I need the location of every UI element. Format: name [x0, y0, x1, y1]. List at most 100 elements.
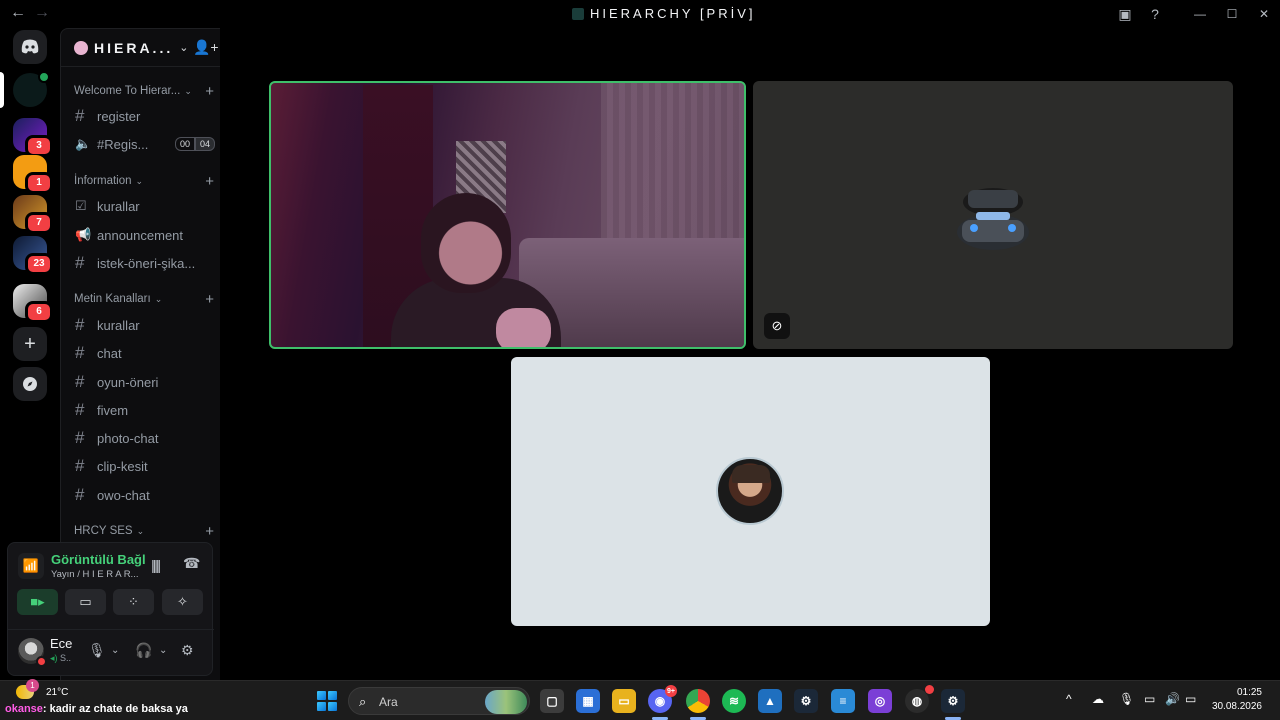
category-information[interactable]: İnformation ⌄ +	[74, 173, 214, 190]
create-channel-icon[interactable]: +	[205, 173, 214, 190]
video-tile-camera[interactable]	[269, 81, 746, 349]
steam-icon[interactable]: ⚙	[794, 689, 818, 713]
microphone-tray-icon[interactable]: 🎙	[1119, 692, 1134, 706]
server-2[interactable]: 3	[13, 118, 53, 157]
channel-oyun-oneri[interactable]: # oyun-öneri	[75, 370, 215, 394]
volume-icon[interactable]: 🔊	[1165, 692, 1180, 706]
notepad-icon[interactable]: ≡	[831, 689, 855, 713]
discord-notification-badge: 9+	[665, 685, 677, 697]
invite-people-icon[interactable]: 👤+	[193, 39, 219, 56]
channel-kurallar-rules[interactable]: ☑ kurallar	[75, 194, 215, 218]
voice-channel-register[interactable]: 🔈 #Regis... 00 04	[75, 132, 215, 156]
title-bar: ← → HIERARCHY [PRİV] ▣ ? — ☐ ✕	[0, 0, 1280, 28]
soundboard-button[interactable]: ✧	[162, 589, 203, 615]
category-welcome[interactable]: Welcome To Hierar... ⌄ +	[74, 83, 214, 100]
direct-messages-button[interactable]	[13, 30, 47, 64]
app-icon-purple[interactable]: ◎	[868, 689, 892, 713]
obs-icon[interactable]: ◍	[905, 685, 934, 713]
channel-fivem[interactable]: # fivem	[75, 398, 215, 422]
mention-badge: 1	[25, 172, 53, 194]
minimize-button[interactable]: —	[1184, 7, 1216, 21]
category-label: İnformation	[74, 175, 132, 187]
close-button[interactable]: ✕	[1248, 7, 1280, 21]
disconnect-icon[interactable]: ☎	[183, 555, 200, 572]
back-arrow-icon[interactable]: ←	[10, 4, 26, 22]
headphones-icon[interactable]: 🎧	[135, 642, 152, 659]
maximize-button[interactable]: ☐	[1216, 7, 1248, 21]
server-header[interactable]: HIERA... ⌄ 👤+	[61, 29, 220, 67]
taskbar-clock[interactable]: 01:25 30.08.2026	[1212, 686, 1262, 714]
onedrive-icon[interactable]: ☁	[1092, 692, 1104, 706]
channel-chat[interactable]: # chat	[75, 341, 215, 365]
screen-share-button[interactable]: ▭	[65, 589, 106, 615]
channel-istek-oneri[interactable]: # istek-öneri-şika...	[75, 251, 215, 275]
clock-time: 01:25	[1236, 687, 1262, 698]
server-folder-2[interactable]: 6	[13, 284, 53, 323]
file-explorer-icon[interactable]: ▭	[612, 689, 636, 713]
text-channel-icon: #	[75, 315, 85, 334]
username[interactable]: Ece	[50, 636, 72, 651]
help-icon[interactable]: ?	[1140, 6, 1170, 22]
channel-kurallar[interactable]: # kurallar	[75, 313, 215, 337]
camera-feed-person-head	[421, 193, 511, 293]
activities-button[interactable]: ⁘	[113, 589, 154, 615]
create-channel-icon[interactable]: +	[205, 523, 214, 540]
search-placeholder: Ara	[379, 695, 398, 709]
create-channel-icon[interactable]: +	[205, 83, 214, 100]
screen-share-icon: ▭	[79, 594, 92, 609]
title-bar-controls: ▣ ? — ☐ ✕	[1110, 0, 1280, 28]
text-channel-icon: #	[75, 428, 85, 447]
category-label: HRCY SES	[74, 525, 133, 537]
server-folder[interactable]: 23	[13, 236, 53, 275]
window-title: HIERARCHY [PRİV]	[572, 6, 756, 21]
chat-nick: okanse	[5, 703, 43, 715]
weather-badge: 1	[26, 679, 39, 692]
taskbar-search[interactable]: ⌕ Ara	[348, 687, 530, 715]
channel-announcement[interactable]: 📢 announcement	[75, 223, 215, 247]
video-tile-participant-2[interactable]: ⊘	[753, 81, 1233, 349]
spotify-icon[interactable]: ≋	[722, 689, 746, 713]
create-channel-icon[interactable]: +	[205, 291, 214, 308]
audio-options-chevron-icon[interactable]: ⌄	[159, 645, 167, 656]
connection-signal-icon[interactable]: 📶	[18, 553, 44, 579]
category-label: Welcome To Hierar...	[74, 85, 181, 97]
add-server-button[interactable]: +	[13, 327, 47, 361]
chevron-down-icon: ⌄	[179, 42, 189, 54]
chrome-icon[interactable]	[686, 689, 710, 713]
forward-arrow-icon[interactable]: →	[34, 4, 50, 22]
task-view-icon[interactable]: ▢	[540, 689, 564, 713]
settings-gear-icon[interactable]: ⚙	[181, 642, 194, 659]
network-icon[interactable]: ▭	[1144, 692, 1155, 706]
server-hierarchy[interactable]	[13, 71, 50, 107]
voice-status-text[interactable]: Görüntülü Bağl	[51, 552, 146, 567]
microsoft-store-icon[interactable]: ▦	[576, 689, 600, 713]
inbox-icon[interactable]: ▣	[1110, 6, 1140, 23]
category-metin-kanallari[interactable]: Metin Kanalları ⌄ +	[74, 291, 214, 308]
channel-label: register	[97, 108, 141, 124]
video-tile-participant-3[interactable]	[511, 357, 990, 626]
search-icon: ⌕	[359, 694, 367, 709]
channel-owo-chat[interactable]: # owo-chat	[75, 483, 215, 507]
voice-channel-link[interactable]: Yayın / H I E R A R...	[51, 569, 138, 580]
start-button[interactable]	[317, 691, 337, 711]
channel-label: owo-chat	[97, 487, 150, 503]
microphone-icon[interactable]: 🎙	[88, 642, 106, 659]
noise-suppression-icon[interactable]: |||||	[151, 557, 161, 573]
show-hidden-icons-chevron-icon[interactable]: ^	[1066, 692, 1072, 706]
mic-options-chevron-icon[interactable]: ⌄	[111, 645, 119, 656]
user-avatar[interactable]	[18, 638, 47, 667]
photos-icon[interactable]: ▲	[758, 689, 782, 713]
discord-taskbar-icon[interactable]: ◉ 9+	[648, 685, 677, 713]
steam-client-icon[interactable]: ⚙	[941, 689, 965, 713]
server-4[interactable]: 7	[13, 195, 53, 234]
channel-clip-kesit[interactable]: # clip-kesit	[75, 454, 215, 478]
channel-register[interactable]: # register	[75, 104, 215, 128]
battery-icon[interactable]: ▭	[1185, 692, 1196, 706]
server-3[interactable]: 1	[13, 155, 53, 194]
channel-photo-chat[interactable]: # photo-chat	[75, 426, 215, 450]
speaker-icon: 🔈	[75, 136, 92, 151]
weather-widget[interactable]: 1 21°C	[16, 679, 68, 699]
category-hrcy-ses[interactable]: HRCY SES ⌄ +	[74, 523, 214, 540]
camera-button[interactable]: ■▸	[17, 589, 58, 615]
discover-button[interactable]	[13, 367, 47, 401]
